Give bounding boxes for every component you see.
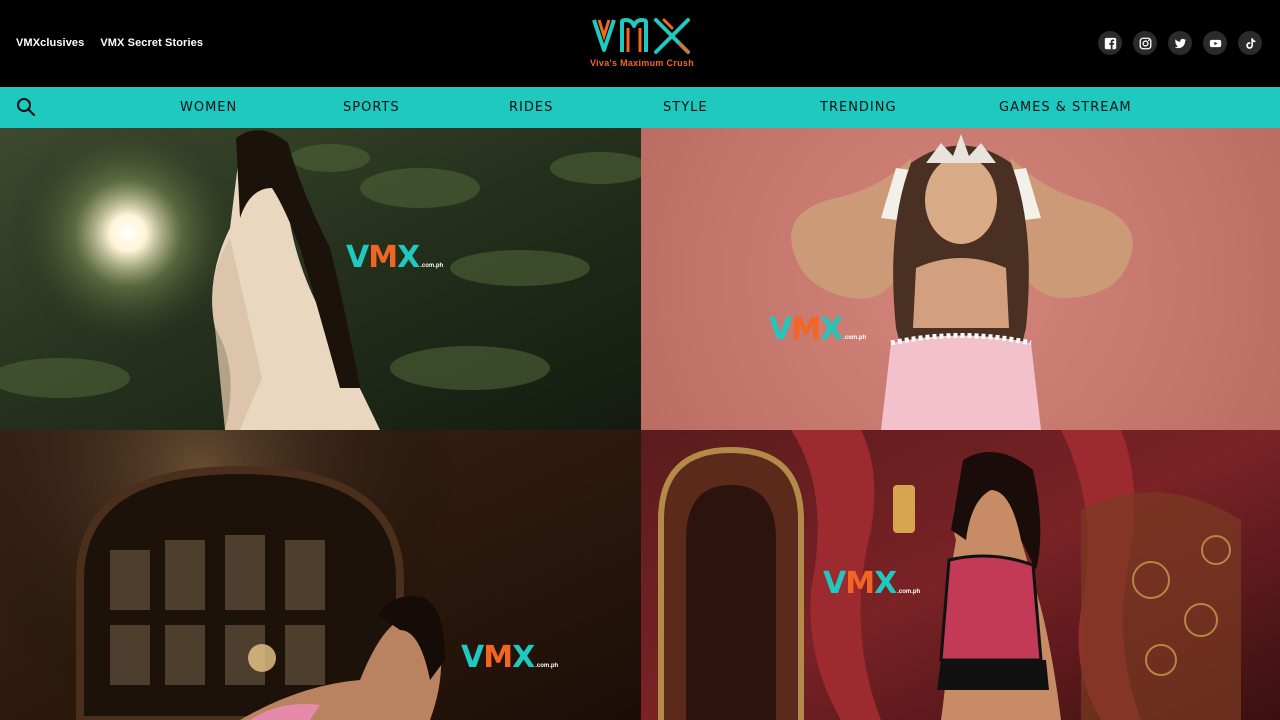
- site-logo[interactable]: Viva's Maximum Crush: [588, 16, 696, 74]
- nav-item-style[interactable]: STYLE: [663, 100, 708, 115]
- logo-tagline: Viva's Maximum Crush: [589, 58, 694, 68]
- social-links: [1098, 31, 1262, 55]
- facebook-icon[interactable]: [1098, 31, 1122, 55]
- feature-card-3[interactable]: VMX.com.ph: [0, 430, 641, 720]
- site-header: VMXclusives VMX Secret Stories Viva's Ma…: [0, 0, 1280, 87]
- vmx-logo-icon: [592, 18, 690, 54]
- instagram-icon[interactable]: [1133, 31, 1157, 55]
- feature-card-1[interactable]: VMX.com.ph: [0, 128, 641, 430]
- vmx-watermark-4: VMX.com.ph: [823, 566, 921, 601]
- link-vmxclusives[interactable]: VMXclusives: [16, 37, 84, 49]
- nav-item-trending[interactable]: TRENDING: [820, 100, 897, 115]
- link-vmx-secret-stories[interactable]: VMX Secret Stories: [100, 37, 203, 49]
- youtube-icon[interactable]: [1203, 31, 1227, 55]
- nav-item-sports[interactable]: SPORTS: [343, 100, 400, 115]
- twitter-icon[interactable]: [1168, 31, 1192, 55]
- featured-grid: VMX.com.ph VMX.com.ph VMX.com.ph VMX.com…: [0, 128, 1280, 720]
- feature-card-2[interactable]: VMX.com.ph: [641, 128, 1280, 430]
- main-nav: WOMEN SPORTS RIDES STYLE TRENDING GAMES …: [0, 87, 1280, 128]
- nav-item-women[interactable]: WOMEN: [180, 100, 237, 115]
- feature-photo-2: [641, 128, 1280, 430]
- feature-card-4[interactable]: VMX.com.ph: [641, 430, 1280, 720]
- top-links: VMXclusives VMX Secret Stories: [16, 37, 203, 49]
- feature-photo-3: [0, 430, 641, 720]
- tiktok-icon[interactable]: [1238, 31, 1262, 55]
- nav-item-rides[interactable]: RIDES: [509, 100, 553, 115]
- vmx-watermark-1: VMX.com.ph: [346, 240, 444, 275]
- feature-photo-1: [0, 128, 641, 430]
- vmx-watermark-3-main: VMX.com.ph: [461, 640, 559, 675]
- search-icon[interactable]: [16, 97, 36, 117]
- nav-item-games-stream[interactable]: GAMES & STREAM: [999, 100, 1132, 115]
- vmx-watermark-2: VMX.com.ph: [769, 312, 867, 347]
- feature-photo-4: [641, 430, 1280, 720]
